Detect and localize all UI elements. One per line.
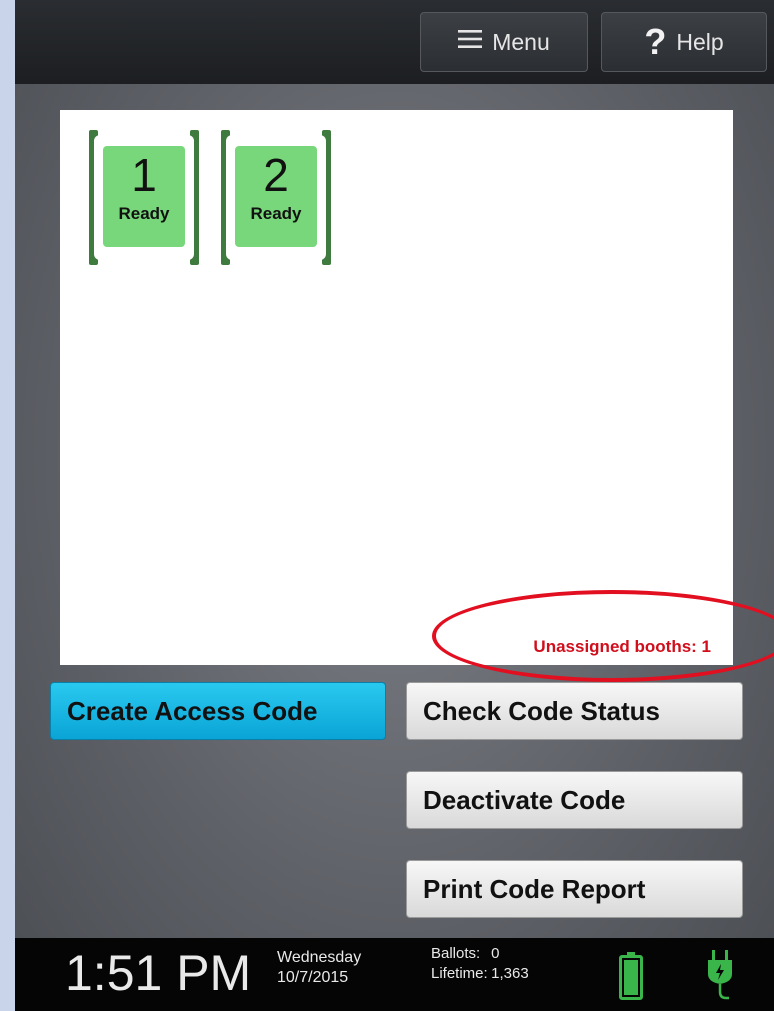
- menu-label: Menu: [492, 28, 550, 55]
- lifetime-row: Lifetime: 1,363: [431, 964, 529, 984]
- deactivate-code-button[interactable]: Deactivate Code: [406, 771, 743, 829]
- help-button[interactable]: ? Help: [601, 12, 767, 72]
- clock: 1:51 PM: [65, 945, 252, 1001]
- app-screen: Menu ? Help 1 Ready 2 Ready Unassigned b: [15, 0, 774, 1011]
- hamburger-icon: [458, 28, 483, 56]
- booth-status: Ready: [250, 204, 302, 223]
- booth-status-tile: 1 Ready: [103, 146, 185, 247]
- date: 10/7/2015: [277, 969, 349, 986]
- highlight-ellipse: [432, 590, 774, 682]
- ballots-row: Ballots: 0: [431, 944, 529, 964]
- battery-icon: [619, 952, 643, 1000]
- power-plug-icon: [705, 950, 735, 1000]
- menu-button[interactable]: Menu: [420, 12, 588, 72]
- booth-status: Ready: [118, 204, 170, 223]
- weekday: Wednesday: [277, 949, 362, 966]
- create-access-code-button[interactable]: Create Access Code: [50, 682, 386, 740]
- ballot-counts: Ballots: 0 Lifetime: 1,363: [431, 944, 529, 984]
- lifetime-value: 1,363: [491, 965, 529, 982]
- ballots-label: Ballots:: [431, 945, 481, 962]
- status-bar: 1:51 PM Wednesday 10/7/2015 Ballots: 0 L…: [15, 938, 774, 1011]
- booth-tile[interactable]: 2 Ready: [221, 130, 331, 265]
- booth-number: 2: [263, 149, 289, 201]
- top-bar: Menu ? Help: [15, 0, 774, 84]
- booth-panel: 1 Ready 2 Ready Unassigned booths: 1: [60, 110, 733, 665]
- ballots-value: 0: [491, 945, 500, 962]
- help-label: Help: [676, 28, 724, 55]
- booth-number: 1: [131, 149, 157, 201]
- booth-status-tile: 2 Ready: [235, 146, 317, 247]
- check-code-status-button[interactable]: Check Code Status: [406, 682, 743, 740]
- date-block: Wednesday 10/7/2015: [277, 948, 361, 988]
- booth-tile[interactable]: 1 Ready: [89, 130, 199, 265]
- lifetime-label: Lifetime:: [431, 965, 488, 982]
- print-code-report-button[interactable]: Print Code Report: [406, 860, 743, 918]
- question-icon: ?: [644, 21, 667, 62]
